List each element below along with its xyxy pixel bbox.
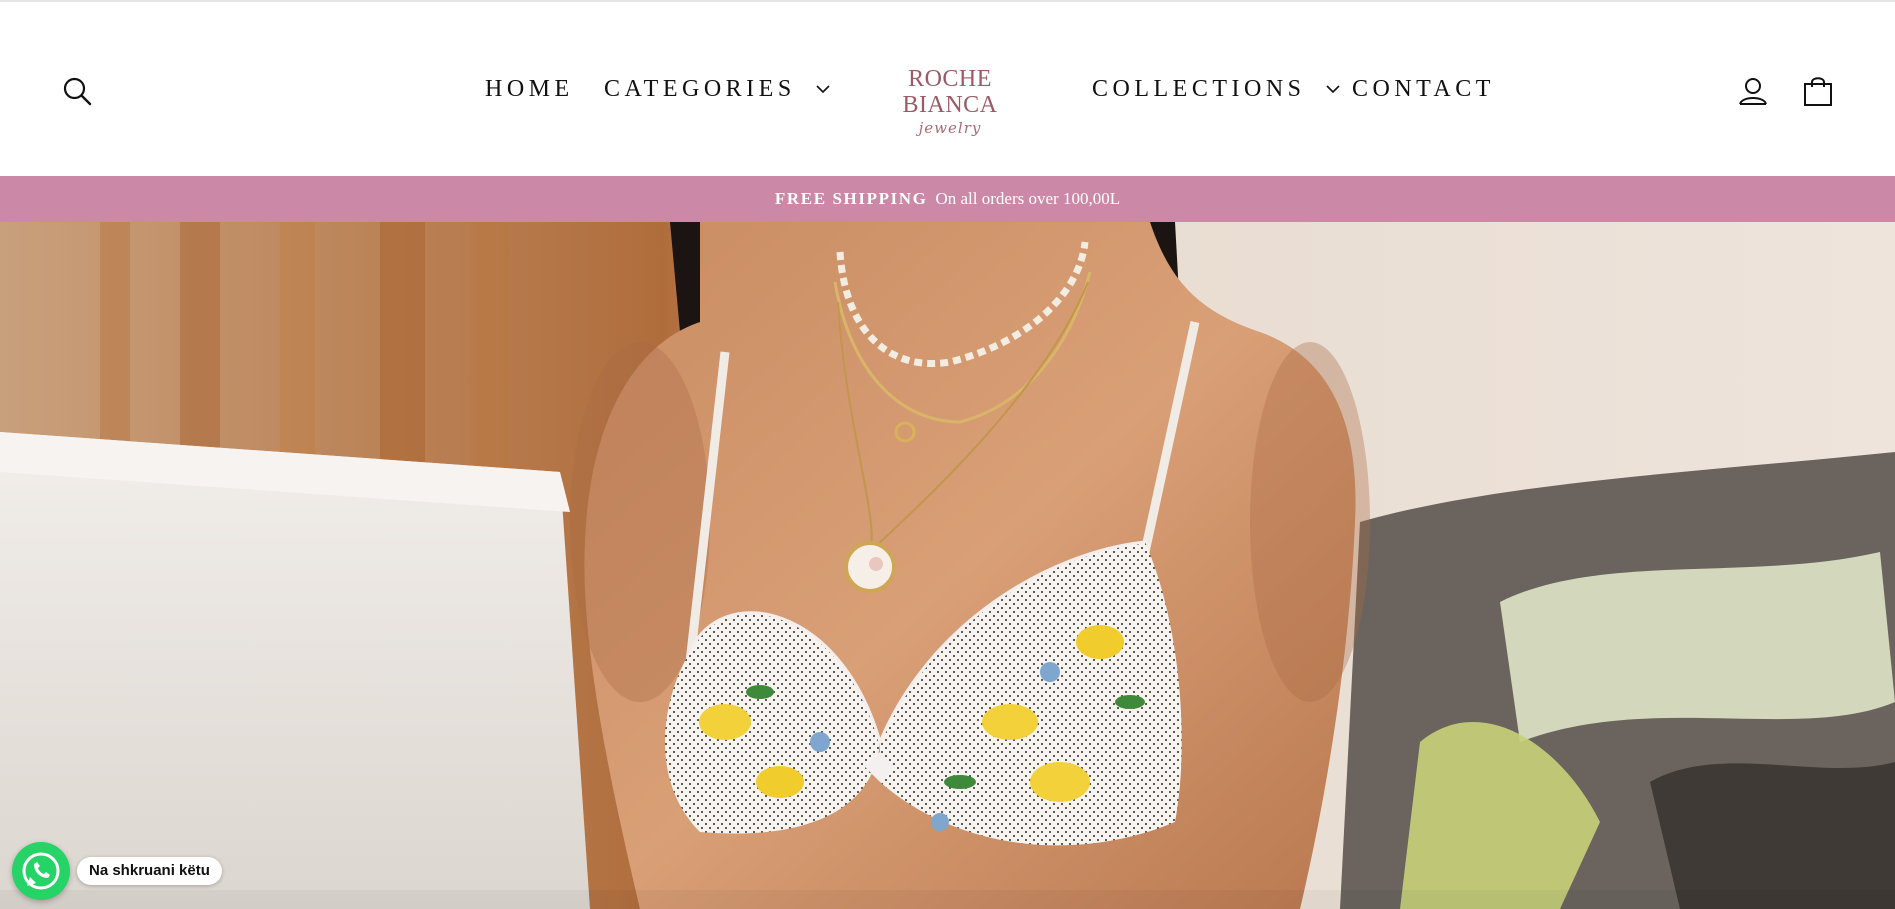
nav-home-label: HOME	[485, 76, 574, 102]
nav-collections-label: COLLECTIONS	[1092, 76, 1306, 102]
nav-categories-label: CATEGORIES	[604, 76, 796, 102]
site-logo[interactable]: ROCHE BIANCA jewelry	[858, 66, 1042, 137]
nav-home-link[interactable]: HOME	[485, 75, 574, 103]
announcement-bar: FREE SHIPPING On all orders over 100,00L	[0, 176, 1895, 222]
hero-image[interactable]	[0, 222, 1895, 909]
site-header: HOME CATEGORIES ROCHE BIANCA jewelry COL…	[0, 2, 1895, 176]
chevron-down-icon	[1326, 85, 1340, 94]
nav-collections-dropdown[interactable]: COLLECTIONS	[1092, 75, 1340, 103]
whatsapp-chat-label[interactable]: Na shkruani këtu	[77, 857, 222, 885]
announcement-text: On all orders over 100,00L	[935, 189, 1121, 208]
nav-categories-dropdown[interactable]: CATEGORIES	[604, 75, 830, 103]
announcement-highlight: FREE SHIPPING	[774, 189, 928, 208]
whatsapp-chat-button[interactable]	[12, 842, 70, 900]
nav-contact-link[interactable]: CONTACT	[1352, 75, 1495, 103]
logo-name: ROCHE BIANCA	[902, 66, 998, 118]
user-icon[interactable]	[1738, 76, 1768, 106]
whatsapp-icon	[22, 852, 60, 890]
chevron-down-icon	[816, 85, 830, 94]
logo-tagline: jewelry	[918, 119, 982, 137]
nav-contact-label: CONTACT	[1352, 76, 1495, 102]
search-icon[interactable]	[62, 76, 92, 106]
shopping-bag-icon[interactable]	[1803, 75, 1833, 107]
